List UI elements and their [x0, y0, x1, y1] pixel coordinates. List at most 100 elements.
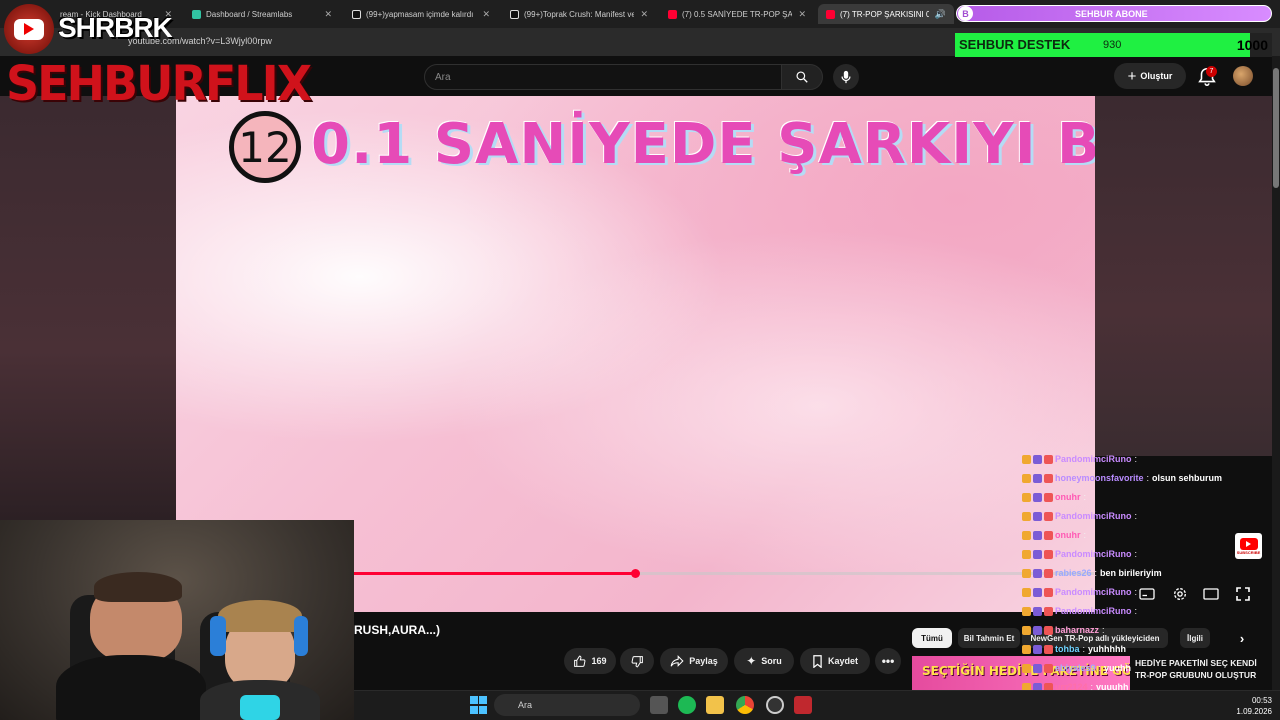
chat-message: tohba: yuhhhhh [1022, 644, 1126, 654]
file-explorer-icon[interactable] [706, 696, 724, 714]
create-button[interactable]: + Oluştur [1114, 63, 1186, 89]
chat-badge-icon [1022, 473, 1031, 483]
chat-username[interactable]: onuhr [1055, 492, 1081, 502]
search-input[interactable]: Ara [424, 64, 782, 90]
tab-label: (99+)yapmasam içimde kalırdı [366, 9, 474, 19]
speaker-icon[interactable]: 🔊 [935, 9, 946, 20]
chat-badge-icon [1033, 454, 1042, 464]
subscriber-goal-bar: B SEHBUR ABONE [956, 5, 1272, 22]
chat-badge-icon [1044, 473, 1053, 483]
chat-message: PandomimciRuno: [1022, 587, 1140, 597]
progress-scrubber[interactable] [631, 569, 640, 578]
ask-button[interactable]: ✦ Soru [734, 648, 794, 674]
chat-username[interactable]: baharnazz [1055, 625, 1099, 635]
close-icon[interactable]: ✕ [640, 9, 648, 20]
chat-badge-icon [1044, 568, 1053, 578]
app-icon[interactable] [794, 696, 812, 714]
close-icon[interactable]: ✕ [324, 9, 332, 20]
spotify-icon[interactable] [678, 696, 696, 714]
goal-badge: B [958, 6, 973, 21]
chat-username[interactable]: ebiyales9 [1055, 663, 1096, 673]
streamlabs-icon [192, 9, 201, 19]
chat-badge-icon [1033, 549, 1042, 559]
chat-message: honeymoonsfavorite: olsun sehburum [1022, 473, 1222, 483]
youtube-icon [826, 9, 835, 19]
chat-username[interactable]: rabies26 [1055, 568, 1092, 578]
chat-separator: : [1098, 663, 1102, 673]
chat-username[interactable]: PandomimciRuno [1055, 587, 1132, 597]
webcam-feed [0, 520, 354, 720]
chat-badge-icon [1044, 625, 1053, 635]
plus-icon: + [1127, 67, 1137, 85]
tab-streamlabs[interactable]: Dashboard / Streamlabs ✕ [184, 4, 340, 24]
chat-badge-icon [1022, 606, 1031, 616]
chrome-icon[interactable] [736, 696, 754, 714]
bookmark-icon [813, 654, 822, 668]
tiktok-icon [352, 9, 361, 19]
chat-badge-icon [1044, 511, 1053, 521]
share-button[interactable]: Paylaş [660, 648, 728, 674]
share-icon [670, 655, 684, 667]
chat-message: PandomimciRuno: [1022, 511, 1140, 521]
tab-tiktok-1[interactable]: (99+)yapmasam içimde kalırdı ✕ [344, 4, 498, 24]
chat-message: baharnazz: [1022, 625, 1108, 635]
close-icon[interactable]: ✕ [482, 9, 490, 20]
chat-username[interactable]: PandomimciRuno [1055, 511, 1132, 521]
avatar[interactable] [1233, 66, 1253, 86]
voice-search-button[interactable] [833, 64, 859, 90]
chat-separator: : [1134, 549, 1138, 559]
windows-start-icon[interactable] [470, 696, 488, 714]
obs-icon[interactable] [766, 696, 784, 714]
chat-badge-icon [1044, 606, 1053, 616]
chat-badge-icon [1044, 644, 1053, 654]
tab-youtube-1[interactable]: (7) 0.5 SANİYEDE TR-POP ŞARK ✕ [660, 4, 814, 24]
close-icon[interactable]: ✕ [798, 9, 806, 20]
progress-bar-played [354, 572, 635, 575]
chat-separator: : [1134, 454, 1138, 464]
chat-separator: : [1134, 606, 1138, 616]
search-placeholder: Ara [435, 72, 451, 83]
chat-text: ben birileriyim [1100, 568, 1162, 578]
taskbar-search[interactable]: Ara [494, 694, 640, 716]
chat-badge-icon [1022, 663, 1031, 673]
system-clock[interactable]: 00:53 1.09.2026 [1236, 695, 1272, 717]
chat-badge-icon [1044, 492, 1053, 502]
tab-tiktok-2[interactable]: (99+)Toprak Crush: Manifest ve ✕ [502, 4, 656, 24]
tab-youtube-active[interactable]: (7) TR-POP ŞARKISINI 0.1 S 🔊 [818, 4, 954, 24]
microphone-icon [841, 70, 851, 84]
chip-all[interactable]: Tümü [912, 628, 952, 648]
tiktok-icon [510, 9, 519, 19]
chat-message: onuhr: [1022, 530, 1089, 540]
donation-goal-label: SEHBUR DESTEK [959, 37, 1071, 52]
more-actions-button[interactable]: ••• [875, 648, 901, 674]
chevron-right-icon[interactable]: › [1232, 628, 1252, 648]
chat-username[interactable]: PandomimciRuno [1055, 454, 1132, 464]
tab-label: Dashboard / Streamlabs [206, 9, 293, 19]
chat-username[interactable]: PandomimciRuno [1055, 549, 1132, 559]
chat-separator: : [1134, 511, 1138, 521]
scrollbar-thumb[interactable] [1273, 68, 1279, 188]
chat-message: onuhr: [1022, 492, 1089, 502]
like-button[interactable]: 169 [564, 648, 616, 674]
like-count: 169 [591, 656, 607, 666]
chip-bil-tahmin[interactable]: Bil Tahmin Et [958, 628, 1020, 648]
windows-taskbar: Ara 00:53 1.09.2026 [354, 690, 1280, 720]
chat-username[interactable]: tohba [1055, 644, 1080, 654]
chat-separator: : [1083, 492, 1087, 502]
task-view-icon[interactable] [650, 696, 668, 714]
chat-username[interactable]: PandomimciRuno [1055, 606, 1132, 616]
chat-username[interactable]: onuhr [1055, 530, 1081, 540]
question-number: 12 [229, 111, 301, 183]
chat-overlay: PandomimciRuno: honeymoonsfavorite: olsun … [1022, 452, 1222, 720]
fullscreen-icon[interactable] [1234, 585, 1252, 603]
chat-badge-icon [1033, 644, 1042, 654]
dislike-button[interactable] [620, 648, 654, 674]
share-label: Paylaş [689, 656, 718, 666]
chat-badge-icon [1022, 511, 1031, 521]
chat-username[interactable]: honeymoonsfavorite [1055, 473, 1144, 483]
chat-badge-icon [1022, 625, 1031, 635]
save-button[interactable]: Kaydet [800, 648, 870, 674]
search-button[interactable] [781, 64, 823, 90]
sparkle-icon: ✦ [746, 654, 757, 668]
chat-separator: : [1134, 587, 1138, 597]
